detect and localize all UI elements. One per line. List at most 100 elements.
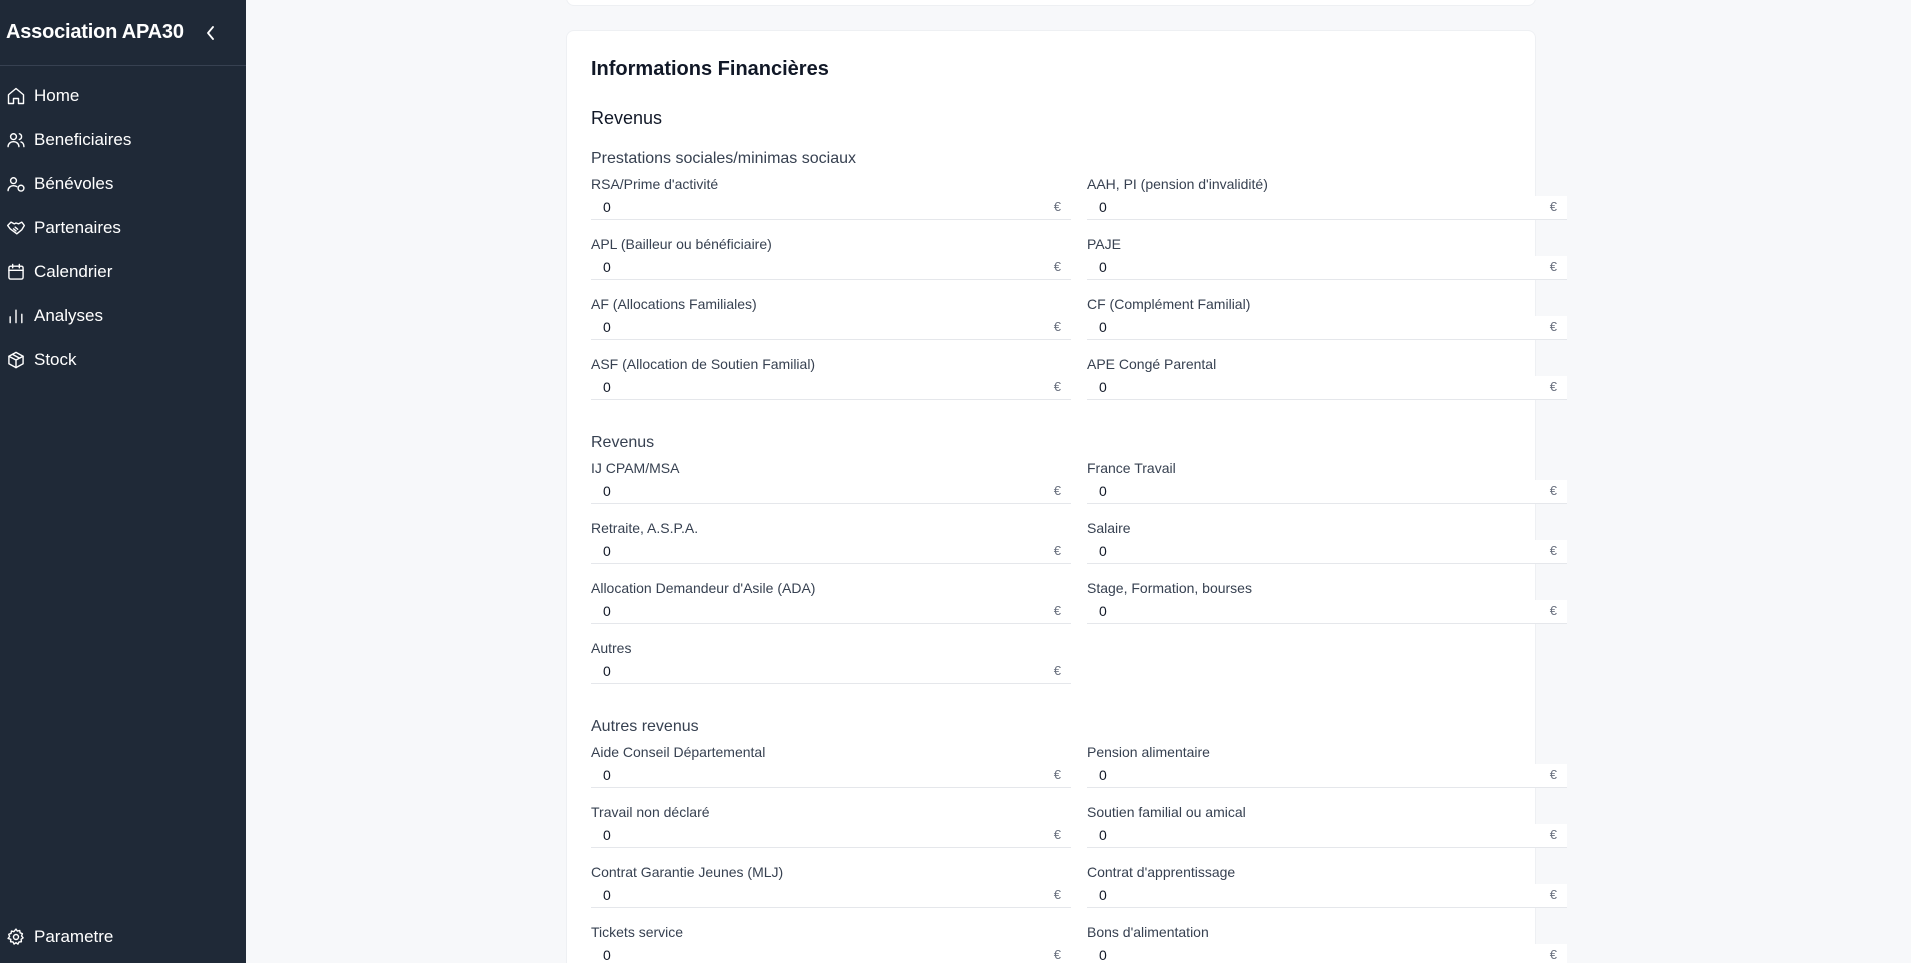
amount-input[interactable] [591, 540, 1071, 562]
euro-symbol: € [1053, 887, 1061, 902]
user-check-icon [7, 177, 25, 192]
sidebar-item-label: Analyses [34, 306, 103, 325]
amount-input[interactable] [591, 196, 1071, 218]
currency-field: AAH, PI (pension d'invalidité) € [1087, 172, 1567, 232]
home-icon [7, 87, 25, 105]
euro-symbol: € [1053, 827, 1061, 842]
sidebar-item-parametre[interactable]: Parametre [0, 915, 246, 959]
field-label: CF (Complément Familial) [1087, 296, 1251, 312]
currency-field: IJ CPAM/MSA € [591, 456, 1071, 516]
sidebar-item-beneficiaires[interactable]: Beneficiaires [0, 118, 246, 162]
sidebar-item-label: Home [34, 86, 80, 105]
amount-input[interactable] [1087, 764, 1567, 786]
sidebar-footer: Parametre [0, 915, 246, 959]
euro-symbol: € [1549, 543, 1557, 558]
field-label: Contrat Garantie Jeunes (MLJ) [591, 864, 784, 880]
input-wrapper: € [591, 884, 1071, 908]
input-wrapper: € [1087, 256, 1567, 280]
amount-input[interactable] [591, 376, 1071, 398]
sidebar-item-label: Stock [34, 350, 77, 369]
sidebar-item-partenaires[interactable]: Partenaires [0, 206, 246, 250]
financial-info-card: Informations Financières Revenus Prestat… [566, 30, 1567, 963]
input-wrapper: € [591, 944, 1071, 963]
field-label: Soutien familial ou amical [1087, 804, 1246, 820]
field-label: IJ CPAM/MSA [591, 460, 680, 476]
currency-field: Bons d'alimentation € [1087, 920, 1567, 963]
amount-input[interactable] [591, 824, 1071, 846]
input-wrapper: € [1087, 480, 1567, 504]
sidebar-item-label: Calendrier [34, 262, 113, 281]
field-label: PAJE [1087, 236, 1121, 252]
amount-input[interactable] [1087, 944, 1567, 963]
amount-input[interactable] [591, 764, 1071, 786]
app-title: Association APA30 [6, 21, 184, 43]
field-label: AF (Allocations Familiales) [591, 296, 757, 312]
euro-symbol: € [1549, 259, 1557, 274]
sidebar-item-stock[interactable]: Stock [0, 338, 246, 382]
amount-input[interactable] [591, 316, 1071, 338]
field-label: Autres [591, 640, 632, 656]
collapse-sidebar-button[interactable] [204, 25, 218, 40]
currency-field: Aide Conseil Départemental € [591, 740, 1071, 800]
amount-input[interactable] [1087, 316, 1567, 338]
field-groups: Prestations sociales/minimas sociaux RSA/… [591, 150, 1567, 963]
currency-field: Tickets service € [591, 920, 1071, 963]
input-wrapper: € [591, 824, 1071, 848]
section-title: Revenus [591, 108, 663, 128]
group-title: Revenus [591, 434, 655, 451]
input-wrapper: € [591, 256, 1071, 280]
field-label: Pension alimentaire [1087, 744, 1210, 760]
euro-symbol: € [1053, 319, 1061, 334]
amount-input[interactable] [591, 256, 1071, 278]
currency-field: APL (Bailleur ou bénéficiaire) € [591, 232, 1071, 292]
currency-field: France Travail € [1087, 456, 1567, 516]
amount-input[interactable] [1087, 196, 1567, 218]
field-label: APL (Bailleur ou bénéficiaire) [591, 236, 772, 252]
handshake-icon [6, 221, 26, 235]
input-wrapper: € [1087, 764, 1567, 788]
input-wrapper: € [1087, 540, 1567, 564]
input-wrapper: € [1087, 376, 1567, 400]
previous-card [566, 0, 1536, 6]
amount-input[interactable] [1087, 540, 1567, 562]
field-grid: IJ CPAM/MSA€France Travail€Retraite, A.S… [591, 456, 1567, 696]
amount-input[interactable] [591, 480, 1071, 502]
euro-symbol: € [1549, 483, 1557, 498]
currency-field: AF (Allocations Familiales) € [591, 292, 1071, 352]
input-wrapper: € [591, 600, 1071, 624]
currency-field: Allocation Demandeur d'Asile (ADA) € [591, 576, 1071, 636]
sidebar-item-label: Bénévoles [34, 174, 114, 193]
sidebar-item-label: Beneficiaires [34, 130, 132, 149]
chevron-left-icon [207, 25, 214, 40]
euro-symbol: € [1053, 259, 1061, 274]
field-label: Retraite, A.S.P.A. [591, 520, 699, 536]
sidebar-nav: Home Beneficiaires Bénévoles Partenaires… [0, 66, 246, 382]
amount-input[interactable] [1087, 600, 1567, 622]
sidebar-header: Association APA30 [0, 0, 246, 66]
calendar-icon [8, 263, 24, 280]
card-title: Informations Financières [591, 58, 829, 80]
input-wrapper: € [1087, 824, 1567, 848]
currency-field: Soutien familial ou amical € [1087, 800, 1567, 860]
sidebar-item-benevoles[interactable]: Bénévoles [0, 162, 246, 206]
field-label: APE Congé Parental [1087, 356, 1217, 372]
package-icon [8, 351, 24, 369]
field-grid: Aide Conseil Départemental€ Pension alime… [591, 740, 1567, 963]
amount-input[interactable] [591, 600, 1071, 622]
amount-input[interactable] [1087, 480, 1567, 502]
amount-input[interactable] [591, 944, 1071, 963]
field-label: Bons d'alimentation [1087, 924, 1209, 940]
amount-input[interactable] [591, 884, 1071, 906]
amount-input[interactable] [591, 660, 1071, 682]
sidebar-item-analyses[interactable]: Analyses [0, 294, 246, 338]
input-wrapper: € [1087, 884, 1567, 908]
field-label: Stage, Formation, bourses [1087, 580, 1252, 596]
currency-field: Contrat Garantie Jeunes (MLJ) € [591, 860, 1071, 920]
amount-input[interactable] [1087, 884, 1567, 906]
amount-input[interactable] [1087, 376, 1567, 398]
sidebar-item-calendrier[interactable]: Calendrier [0, 250, 246, 294]
sidebar-item-home[interactable]: Home [0, 74, 246, 118]
euro-symbol: € [1549, 603, 1557, 618]
amount-input[interactable] [1087, 824, 1567, 846]
amount-input[interactable] [1087, 256, 1567, 278]
